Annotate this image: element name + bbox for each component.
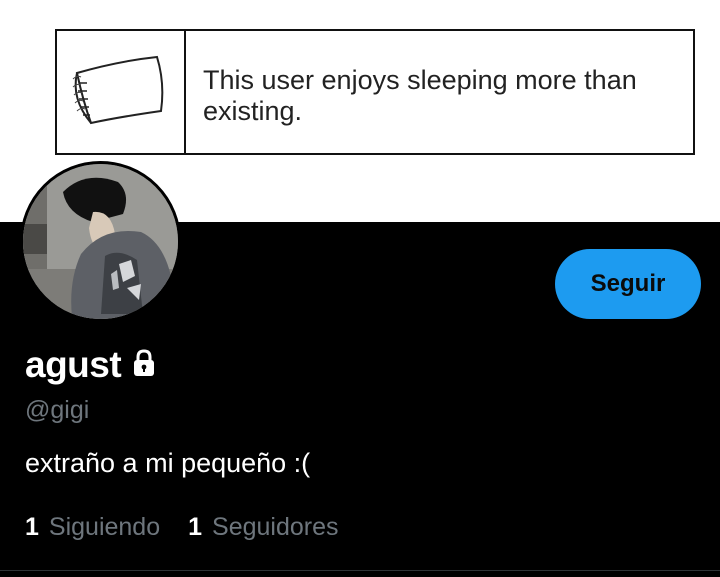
profile-bio: extraño a mi pequeño :( <box>25 448 311 478</box>
avatar-image <box>23 164 178 319</box>
avatar[interactable] <box>20 161 181 322</box>
pillow-icon <box>72 55 164 125</box>
following-link[interactable]: 1 Siguiendo <box>25 513 160 542</box>
following-count: 1 <box>25 513 39 541</box>
divider <box>0 570 720 571</box>
userbox-banner: This user enjoys sleeping more than exis… <box>55 29 695 155</box>
userbox-icon-cell <box>57 31 186 153</box>
following-label: Siguiendo <box>48 513 161 541</box>
profile-stats: 1 Siguiendo 1 Seguidores <box>25 513 367 542</box>
display-name: agust <box>25 344 122 385</box>
followers-label: Seguidores <box>212 513 339 541</box>
lock-icon <box>129 348 159 383</box>
profile-handle: @gigi <box>25 396 90 424</box>
follow-button[interactable]: Seguir <box>555 249 701 319</box>
profile-name-row: agust <box>25 344 159 386</box>
userbox-text: This user enjoys sleeping more than exis… <box>203 65 637 126</box>
followers-count: 1 <box>188 513 203 541</box>
followers-link[interactable]: 1 Seguidores <box>188 513 338 542</box>
